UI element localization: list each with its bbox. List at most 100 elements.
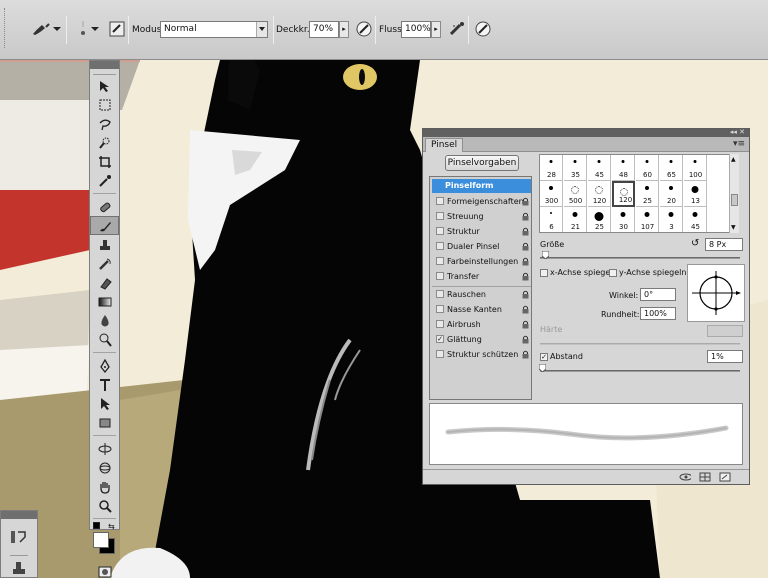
lock-icon[interactable] bbox=[522, 320, 529, 329]
quick-select-icon[interactable] bbox=[90, 133, 119, 152]
brush-option-checkbox[interactable] bbox=[436, 212, 444, 220]
lock-icon[interactable] bbox=[522, 305, 529, 314]
history-brush-icon[interactable] bbox=[90, 254, 119, 273]
reset-size-icon[interactable]: ↺ bbox=[691, 238, 699, 249]
brush-presets-button[interactable]: Pinselvorgaben bbox=[445, 155, 519, 171]
brush-icon[interactable] bbox=[90, 216, 119, 235]
brush-preset-cell[interactable]: 120 bbox=[612, 181, 635, 207]
brush-option-checkbox[interactable] bbox=[436, 257, 444, 265]
foreground-color-swatch[interactable] bbox=[93, 532, 109, 548]
dodge-icon[interactable] bbox=[90, 330, 119, 349]
brush-preset-grid[interactable]: 28 35 45 48 60 65 100 300 500 120 120 25 20 13 6 21 25 30… bbox=[539, 154, 737, 233]
brush-preset-cell[interactable]: 48 bbox=[612, 155, 635, 181]
brush-preset-cell[interactable]: 45 bbox=[684, 207, 707, 232]
brush-option-item[interactable]: Dualer Pinsel bbox=[432, 240, 531, 254]
collapse-panel-icon[interactable]: ◂◂ ✕ bbox=[730, 128, 745, 136]
size-slider[interactable] bbox=[540, 257, 740, 259]
spacing-slider-thumb[interactable] bbox=[539, 364, 546, 372]
3d-rotate-icon[interactable] bbox=[90, 439, 119, 458]
spacing-checkbox[interactable]: ✓ bbox=[540, 353, 548, 361]
spot-heal-icon[interactable] bbox=[90, 197, 119, 216]
brush-preset-cell[interactable]: 120 bbox=[588, 181, 611, 207]
lock-icon[interactable] bbox=[522, 350, 529, 359]
tools-panel-header[interactable] bbox=[90, 61, 119, 69]
pressure-size-icon[interactable] bbox=[472, 18, 494, 40]
path-select-icon[interactable] bbox=[90, 394, 119, 413]
type-icon[interactable] bbox=[90, 375, 119, 394]
angle-field[interactable]: 0° bbox=[640, 288, 676, 301]
brush-preset-cell[interactable]: 3 bbox=[660, 207, 683, 232]
panel-menu-icon[interactable]: ▾≡ bbox=[733, 139, 745, 149]
options-bar-grip[interactable] bbox=[4, 8, 8, 48]
zoom-icon[interactable] bbox=[90, 496, 119, 515]
brush-preset-cell[interactable]: 28 bbox=[540, 155, 563, 181]
flip-x-checkbox[interactable] bbox=[540, 269, 548, 277]
lock-icon[interactable] bbox=[522, 212, 529, 221]
brush-option-item[interactable]: Pinselform bbox=[432, 179, 531, 193]
lock-icon[interactable] bbox=[522, 290, 529, 299]
preset-grid-scrollbar[interactable]: ▲ ▼ bbox=[729, 154, 739, 233]
dock-header[interactable] bbox=[1, 511, 37, 519]
lock-icon[interactable] bbox=[522, 227, 529, 236]
new-brush-icon[interactable] bbox=[719, 472, 731, 482]
brush-preset-cell[interactable]: 107 bbox=[636, 207, 659, 232]
brush-option-item[interactable]: Rauschen bbox=[432, 288, 531, 302]
brush-panel-titlebar[interactable]: ◂◂ ✕ bbox=[423, 128, 749, 137]
tools-panel-grip[interactable] bbox=[93, 70, 116, 75]
brush-option-item[interactable]: Transfer bbox=[432, 270, 531, 284]
gradient-icon[interactable] bbox=[90, 292, 119, 311]
brush-preset-cell[interactable]: 25 bbox=[636, 181, 659, 207]
angle-roundness-widget[interactable] bbox=[687, 264, 745, 322]
brush-option-item[interactable]: Formeigenschaften bbox=[432, 195, 531, 209]
lasso-icon[interactable] bbox=[90, 114, 119, 133]
scroll-up-icon[interactable]: ▲ bbox=[731, 156, 736, 163]
brush-preset-cell[interactable]: 100 bbox=[684, 155, 707, 181]
move-icon[interactable] bbox=[90, 76, 119, 95]
stamp-icon[interactable] bbox=[90, 235, 119, 254]
flow-field[interactable]: 100% bbox=[401, 21, 431, 38]
brush-preset-cell[interactable]: 65 bbox=[660, 155, 683, 181]
marquee-icon[interactable] bbox=[90, 95, 119, 114]
brush-preset-cell[interactable]: 6 bbox=[540, 207, 563, 232]
brush-option-checkbox[interactable] bbox=[436, 290, 444, 298]
brush-option-checkbox[interactable] bbox=[436, 272, 444, 280]
brush-option-checkbox[interactable] bbox=[436, 350, 444, 358]
toggle-preview-icon[interactable] bbox=[679, 472, 691, 482]
roundness-field[interactable]: 100% bbox=[640, 307, 676, 320]
brush-option-checkbox[interactable] bbox=[436, 227, 444, 235]
preset-dropdown-icon[interactable] bbox=[52, 18, 62, 40]
hand-icon[interactable] bbox=[90, 477, 119, 496]
brush-option-item[interactable]: Streuung bbox=[432, 210, 531, 224]
mode-select[interactable]: Normal bbox=[160, 21, 268, 38]
brush-option-item[interactable]: Nasse Kanten bbox=[432, 303, 531, 317]
pressure-opacity-icon[interactable] bbox=[353, 18, 375, 40]
blur-icon[interactable] bbox=[90, 311, 119, 330]
scroll-thumb[interactable] bbox=[731, 194, 738, 206]
toggle-brush-panel-icon[interactable] bbox=[106, 18, 128, 40]
brush-preset-cell[interactable]: 20 bbox=[660, 181, 683, 207]
tab-pinsel[interactable]: Pinsel bbox=[425, 138, 464, 152]
spacing-field[interactable]: 1% bbox=[707, 350, 743, 363]
brush-option-item[interactable]: Airbrush bbox=[432, 318, 531, 332]
3d-orbit-icon[interactable] bbox=[90, 458, 119, 477]
grid-icon[interactable] bbox=[699, 472, 711, 482]
shape-icon[interactable] bbox=[90, 413, 119, 432]
default-colors-icon[interactable] bbox=[93, 522, 100, 529]
crop-icon[interactable] bbox=[90, 152, 119, 171]
lock-icon[interactable] bbox=[522, 335, 529, 344]
opacity-field[interactable]: 70% bbox=[309, 21, 339, 38]
lock-icon[interactable] bbox=[522, 242, 529, 251]
eraser-icon[interactable] bbox=[90, 273, 119, 292]
lock-icon[interactable] bbox=[522, 197, 529, 206]
brush-preset-cell[interactable]: 21 bbox=[564, 207, 587, 232]
brush-preset-cell[interactable]: 300 bbox=[540, 181, 563, 207]
brush-preset-cell[interactable]: 60 bbox=[636, 155, 659, 181]
lock-icon[interactable] bbox=[522, 272, 529, 281]
scroll-down-icon[interactable]: ▼ bbox=[731, 224, 736, 231]
opacity-stepper[interactable]: ▸ bbox=[339, 21, 349, 38]
brush-picker-dropdown-icon[interactable] bbox=[90, 18, 100, 40]
flow-stepper[interactable]: ▸ bbox=[431, 21, 441, 38]
quick-mask-icon[interactable] bbox=[90, 562, 119, 578]
brush-option-checkbox[interactable] bbox=[436, 242, 444, 250]
brush-preset-cell[interactable]: 35 bbox=[564, 155, 587, 181]
